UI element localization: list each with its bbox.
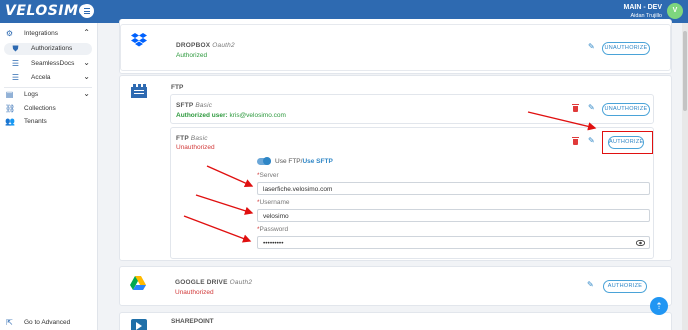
dropbox-status: Authorized (176, 52, 208, 59)
dropbox-title: DROPBOX Oauth2 (176, 42, 235, 49)
sidebar-item-integrations[interactable]: ⚙ Integrations ⌃ (0, 28, 98, 40)
sidebar-item-label: SeamlessDocs (31, 60, 75, 67)
sidebar-item-label: Integrations (24, 30, 58, 37)
avatar[interactable]: V (667, 3, 683, 19)
trash-icon[interactable] (572, 137, 579, 145)
sidebar-item-logs[interactable]: ▤ Logs ⌄ (0, 89, 98, 101)
external-link-icon: ⇱ (6, 318, 13, 327)
username-field[interactable]: velosimo (257, 209, 650, 222)
ftp-icon (131, 84, 147, 98)
ftp-card: FTP Basic Unauthorized ✎ AUTHORIZE Use F… (170, 127, 654, 259)
google-drive-status: Unauthorized (175, 289, 214, 296)
sharepoint-label: SHAREPOINT (171, 318, 214, 325)
sidebar-item-label: Tenants (24, 118, 47, 125)
divider (4, 87, 92, 88)
sharepoint-icon (131, 319, 147, 330)
dropbox-icon (131, 33, 147, 47)
gear-icon: ⚙ (5, 29, 14, 38)
shield-icon: ⛊ (12, 44, 19, 53)
google-drive-card: GOOGLE DRIVE Oauth2 Unauthorized ✎ AUTHO… (119, 266, 672, 306)
sidebar-item-seamlessdocs[interactable]: ☰ SeamlessDocs ⌄ (0, 58, 98, 70)
dropbox-group: DROPBOX Oauth2 Authorized ✎ UNAUTHORIZE (119, 19, 672, 74)
dropbox-unauthorize-button[interactable]: UNAUTHORIZE (602, 42, 650, 55)
google-drive-title: GOOGLE DRIVE Oauth2 (175, 279, 253, 286)
tenants-icon: 👥 (5, 117, 15, 126)
eye-icon[interactable] (636, 240, 645, 246)
pencil-icon[interactable]: ✎ (588, 136, 595, 145)
velosimo-logo[interactable]: VELOSIMO (5, 3, 91, 19)
sidebar-item-authorizations[interactable]: ⛊ Authorizations (4, 43, 92, 55)
sidebar-item-tenants[interactable]: 👥 Tenants (0, 116, 98, 128)
chevron-down-icon: ⌄ (83, 72, 90, 81)
authorize-highlight-box (602, 131, 653, 154)
chevron-down-icon: ⌄ (83, 58, 90, 67)
server-field[interactable]: laserfiche.velosimo.com (257, 182, 650, 195)
sidebar-item-label: Collections (24, 105, 56, 112)
ftp-title: FTP Basic (176, 135, 208, 142)
sftp-unauthorize-button[interactable]: UNAUTHORIZE (602, 103, 650, 116)
ftp-status: Unauthorized (176, 144, 215, 151)
pencil-icon[interactable]: ✎ (588, 103, 595, 112)
google-drive-icon (130, 276, 146, 290)
trash-icon[interactable] (572, 104, 579, 112)
sidebar: ⚙ Integrations ⌃ ⛊ Authorizations ☰ Seam… (0, 23, 98, 330)
chevron-up-icon: ⌃ (83, 28, 90, 37)
pencil-icon[interactable]: ✎ (587, 280, 594, 289)
sidebar-item-label: Authorizations (31, 45, 73, 52)
accela-icon: ☰ (11, 73, 20, 82)
sidebar-item-label: Go to Advanced (24, 319, 71, 326)
password-field[interactable]: ••••••••• (257, 236, 650, 249)
sftp-title: SFTP Basic (176, 102, 213, 109)
toggle-label: Use FTP/Use SFTP (275, 158, 333, 165)
ftp-section-label: FTP (171, 84, 184, 91)
sftp-status: Authorized user: kris@velosimo.com (176, 112, 286, 119)
use-sftp-toggle[interactable] (257, 157, 271, 165)
password-label: *Password (257, 226, 289, 233)
sidebar-item-label: Logs (24, 91, 39, 98)
username-label: *Username (257, 199, 290, 206)
pencil-icon[interactable]: ✎ (588, 42, 595, 51)
main-content: DROPBOX Oauth2 Authorized ✎ UNAUTHORIZE … (99, 19, 681, 330)
sidebar-item-collections[interactable]: ⛓ Collections (0, 103, 98, 115)
scrollbar-thumb[interactable] (683, 31, 687, 111)
sharepoint-group: SHAREPOINT (119, 312, 672, 330)
collections-icon: ⛓ (5, 104, 16, 113)
environment-name: MAIN - DEV (623, 4, 663, 11)
dropbox-card: DROPBOX Oauth2 Authorized ✎ UNAUTHORIZE (120, 24, 671, 71)
go-to-advanced-link[interactable]: ⇱ Go to Advanced (0, 317, 98, 329)
server-label: *Server (257, 172, 279, 179)
scrollbar[interactable] (682, 23, 688, 330)
seamlessdocs-icon: ☰ (11, 59, 20, 68)
sidebar-item-label: Accela (31, 74, 51, 81)
password-value: ••••••••• (263, 240, 284, 247)
menu-icon[interactable] (80, 4, 94, 18)
chevron-down-icon: ⌄ (83, 89, 90, 98)
sftp-card: SFTP Basic Authorized user: kris@velosim… (170, 94, 654, 124)
logs-icon: ▤ (5, 90, 14, 99)
ftp-group: FTP SFTP Basic Authorized user: kris@vel… (119, 75, 672, 261)
scroll-top-icon[interactable]: ⇡ (650, 297, 668, 315)
google-drive-authorize-button[interactable]: AUTHORIZE (603, 280, 647, 293)
sidebar-item-accela[interactable]: ☰ Accela ⌄ (0, 72, 98, 84)
